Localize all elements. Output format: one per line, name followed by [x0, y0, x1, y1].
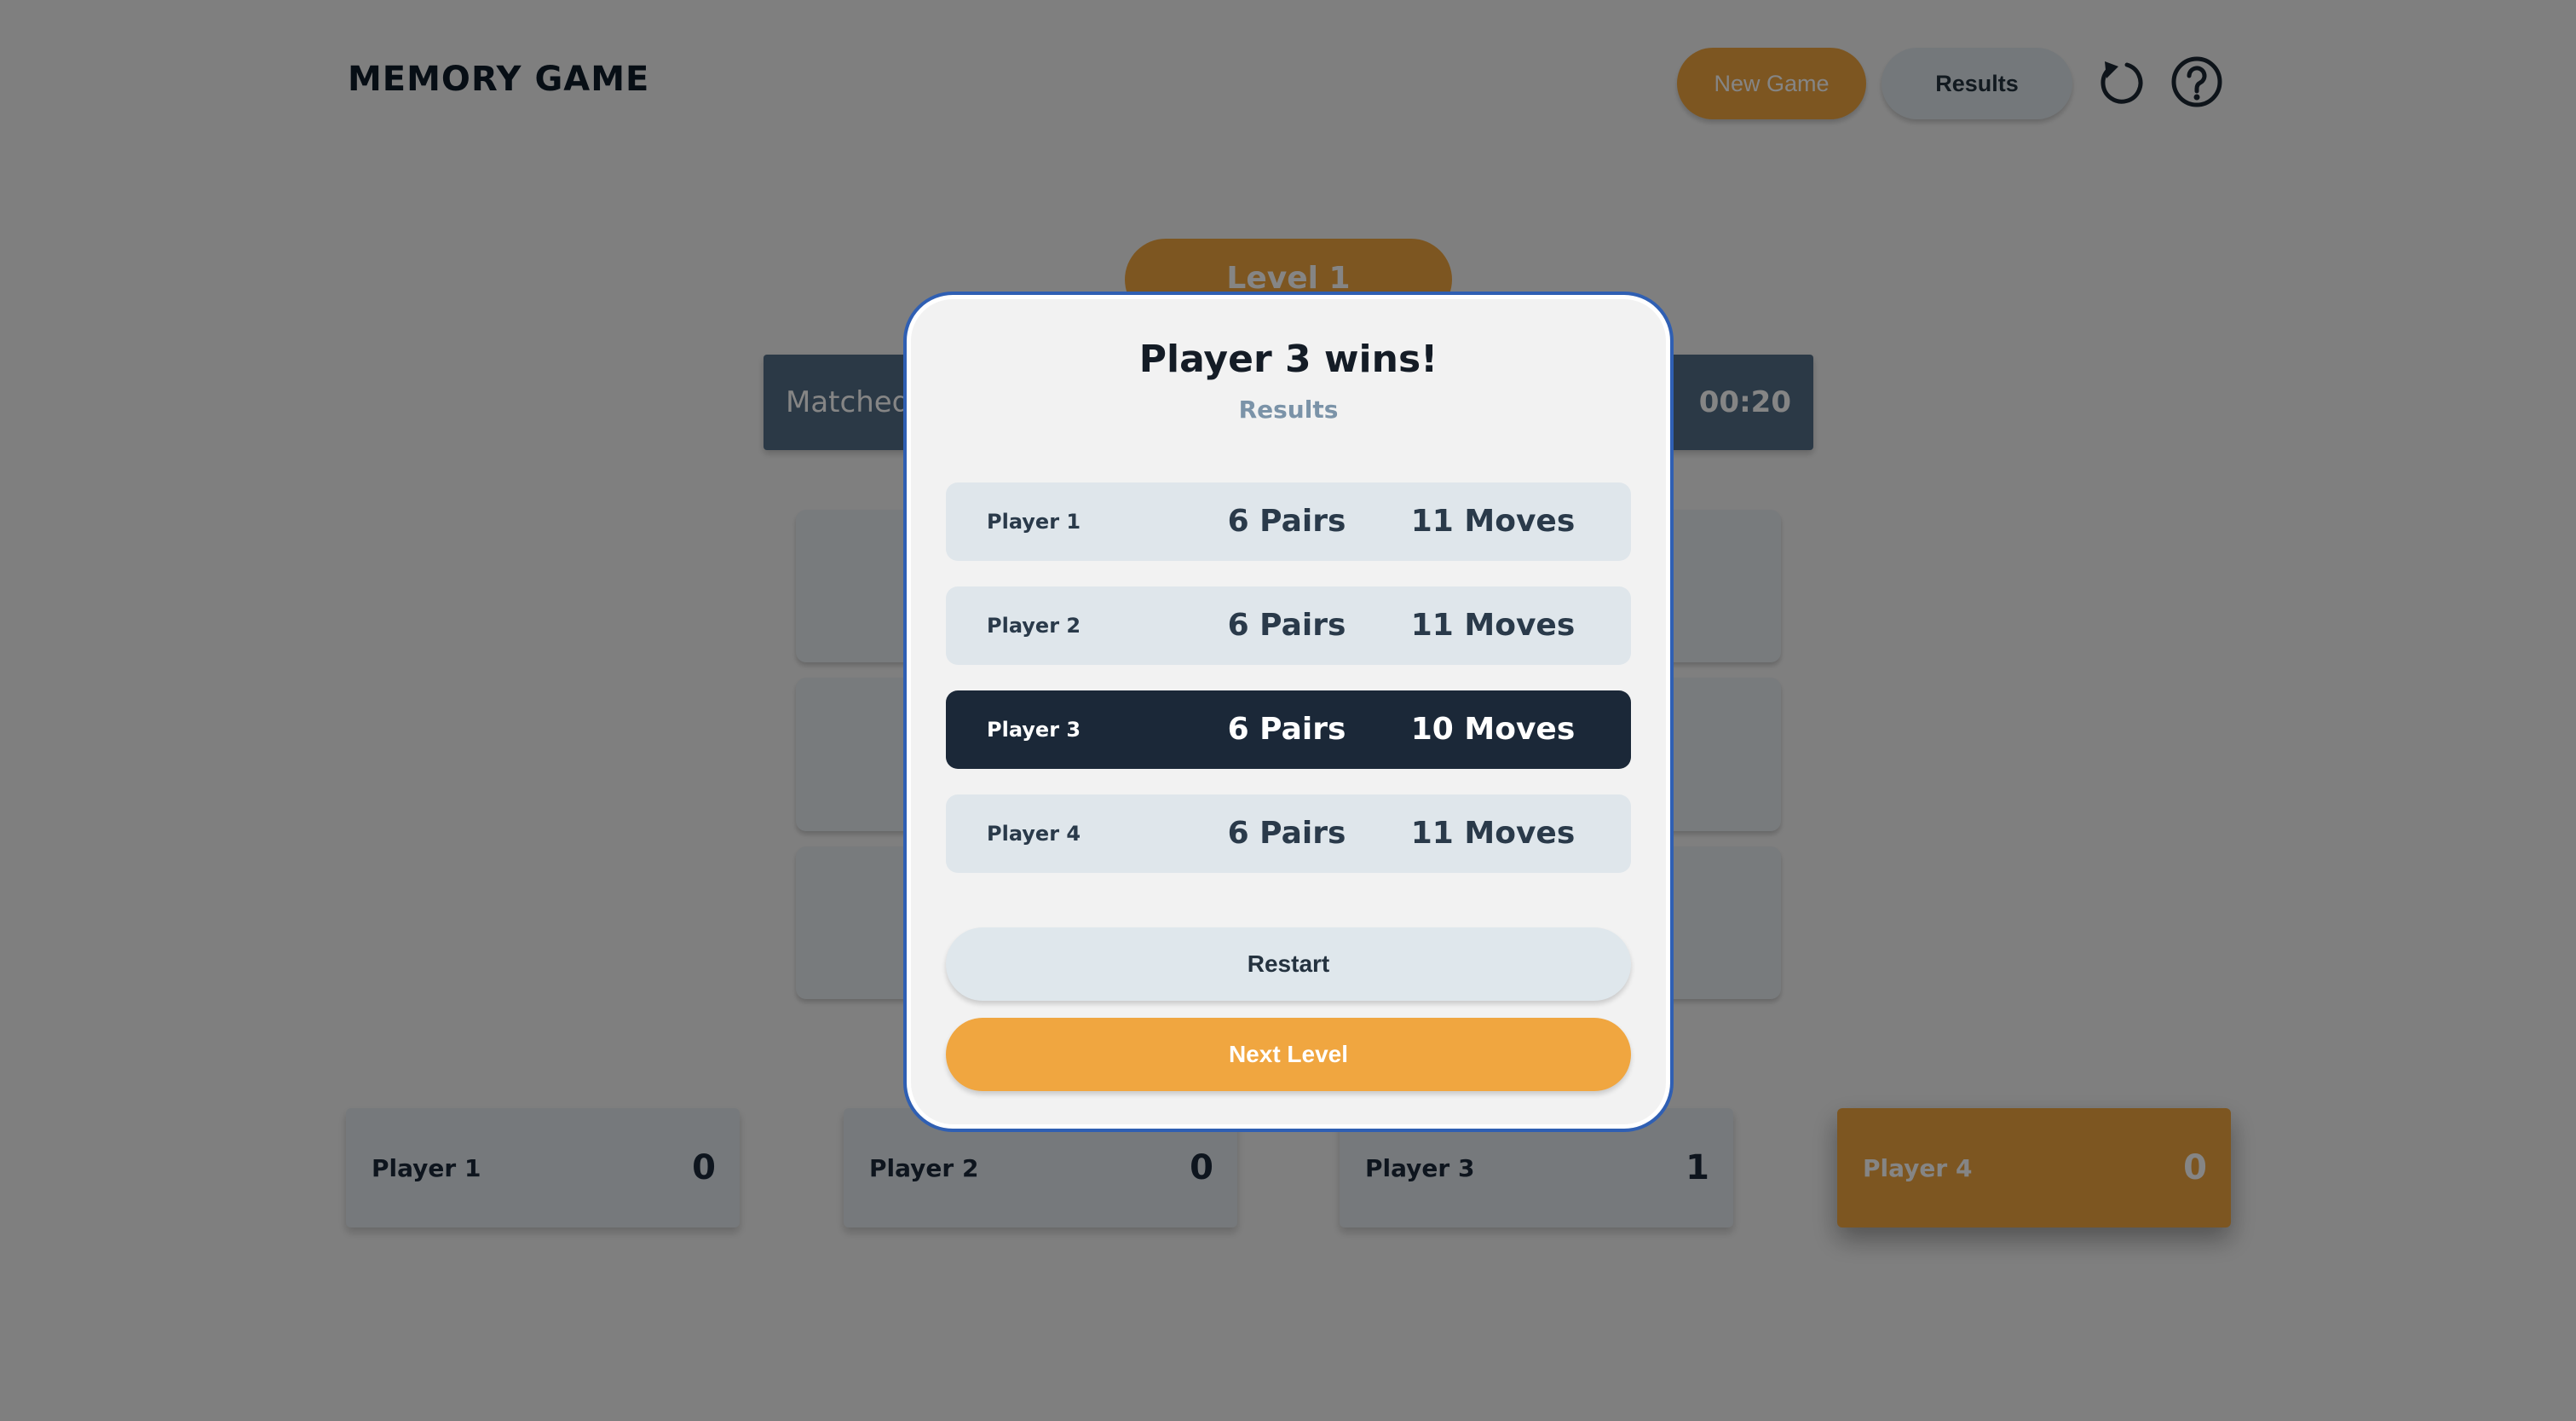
result-moves: 11 Moves	[1410, 504, 1576, 539]
result-player: Player 2	[987, 614, 1081, 638]
result-moves: 11 Moves	[1410, 816, 1576, 851]
result-row: Player 4 6 Pairs 11 Moves	[946, 794, 1631, 873]
results-modal: Player 3 wins! Results Player 1 6 Pairs …	[903, 292, 1674, 1132]
result-pairs: 6 Pairs	[1227, 816, 1346, 851]
result-moves: 11 Moves	[1410, 608, 1576, 643]
result-row: Player 1 6 Pairs 11 Moves	[946, 482, 1631, 561]
result-pairs: 6 Pairs	[1227, 504, 1346, 539]
next-level-button[interactable]: Next Level	[946, 1018, 1631, 1091]
result-pairs: 6 Pairs	[1227, 608, 1346, 643]
result-row: Player 2 6 Pairs 11 Moves	[946, 586, 1631, 665]
results-subtitle: Results	[1238, 396, 1339, 424]
result-player: Player 4	[987, 822, 1081, 846]
result-player: Player 1	[987, 510, 1081, 534]
restart-button[interactable]: Restart	[946, 927, 1631, 1001]
result-row-winner: Player 3 6 Pairs 10 Moves	[946, 690, 1631, 769]
result-player: Player 3	[987, 718, 1081, 742]
memory-game-page: MEMORY GAME New Game Results Level 1 Mat…	[0, 0, 2576, 1421]
result-pairs: 6 Pairs	[1227, 712, 1346, 747]
result-moves: 10 Moves	[1410, 712, 1576, 747]
winner-title: Player 3 wins!	[1138, 338, 1438, 381]
